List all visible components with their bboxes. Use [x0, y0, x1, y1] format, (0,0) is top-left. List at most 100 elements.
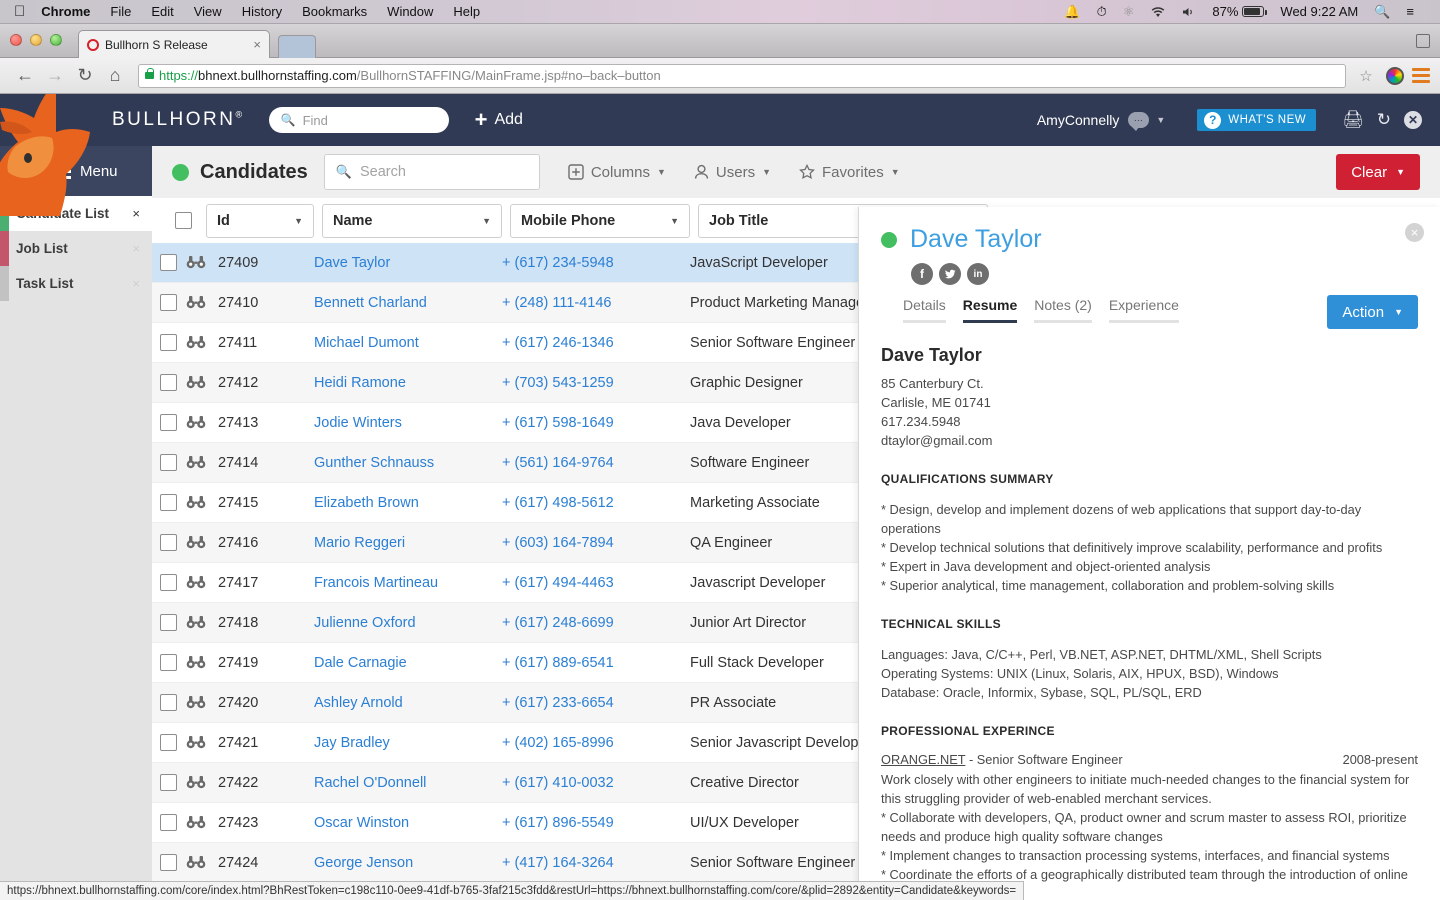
binoculars-icon[interactable] [186, 496, 206, 509]
menu-help[interactable]: Help [453, 4, 480, 19]
cell-phone[interactable]: + (703) 543-1259 [502, 375, 690, 391]
row-select-cell[interactable] [160, 614, 206, 631]
row-select-cell[interactable] [160, 254, 206, 271]
global-find-input[interactable]: 🔍 Find [269, 107, 449, 133]
cell-name[interactable]: Oscar Winston [314, 815, 502, 831]
user-menu-label[interactable]: AmyConnelly [1037, 112, 1119, 128]
binoculars-icon[interactable] [186, 256, 206, 269]
search-input[interactable]: 🔍 Search [324, 154, 540, 190]
cell-phone[interactable]: + (617) 498-5612 [502, 495, 690, 511]
row-select-cell[interactable] [160, 814, 206, 831]
row-checkbox[interactable] [160, 454, 177, 471]
chrome-menu-icon[interactable] [1412, 68, 1430, 83]
sidebar-item-close-icon[interactable]: × [132, 241, 140, 256]
twitter-icon[interactable] [939, 263, 961, 285]
row-checkbox[interactable] [160, 734, 177, 751]
row-checkbox[interactable] [160, 614, 177, 631]
address-bar[interactable]: https:// bhnext.bullhornstaffing.com /Bu… [138, 64, 1346, 88]
apple-logo-icon[interactable]:  [14, 4, 25, 19]
row-select-cell[interactable] [160, 694, 206, 711]
battery-status[interactable]: 87% [1212, 4, 1264, 19]
sidebar-item-task-list[interactable]: Task List × [0, 266, 152, 301]
binoculars-icon[interactable] [186, 696, 206, 709]
tab-resume[interactable]: Resume [963, 297, 1017, 323]
reload-icon[interactable]: ↻ [70, 65, 100, 86]
tab-experience[interactable]: Experience [1109, 297, 1179, 323]
cell-phone[interactable]: + (617) 233-6654 [502, 695, 690, 711]
tab-close-icon[interactable]: × [247, 37, 261, 52]
row-checkbox[interactable] [160, 254, 177, 271]
row-select-cell[interactable] [160, 494, 206, 511]
binoculars-icon[interactable] [186, 456, 206, 469]
cell-name[interactable]: George Jenson [314, 855, 502, 871]
select-all-checkbox-cell[interactable] [160, 212, 206, 229]
refresh-icon[interactable]: ↻ [1377, 110, 1391, 130]
cell-name[interactable]: Mario Reggeri [314, 535, 502, 551]
cell-name[interactable]: Ashley Arnold [314, 695, 502, 711]
row-checkbox[interactable] [160, 654, 177, 671]
columns-button[interactable]: Columns ▼ [568, 164, 666, 181]
column-header-id[interactable]: Id ▼ [206, 204, 314, 238]
clock-label[interactable]: Wed 9:22 AM [1280, 4, 1358, 19]
cell-phone[interactable]: + (603) 164-7894 [502, 535, 690, 551]
row-checkbox[interactable] [160, 774, 177, 791]
tab-details[interactable]: Details [903, 297, 946, 323]
favorites-button[interactable]: Favorites ▼ [799, 164, 900, 181]
binoculars-icon[interactable] [186, 376, 206, 389]
cell-name[interactable]: Michael Dumont [314, 335, 502, 351]
binoculars-icon[interactable] [186, 656, 206, 669]
close-window-button[interactable] [10, 34, 22, 46]
row-checkbox[interactable] [160, 574, 177, 591]
binoculars-icon[interactable] [186, 816, 206, 829]
notification-center-icon[interactable]: ≡ [1406, 4, 1414, 19]
forward-arrow-icon[interactable]: → [40, 65, 70, 86]
new-tab-button[interactable] [278, 35, 316, 58]
back-arrow-icon[interactable]: ← [10, 65, 40, 86]
binoculars-icon[interactable] [186, 856, 206, 869]
menu-chrome[interactable]: Chrome [41, 4, 90, 19]
volume-icon[interactable] [1182, 6, 1196, 18]
cell-phone[interactable]: + (617) 598-1649 [502, 415, 690, 431]
row-select-cell[interactable] [160, 574, 206, 591]
row-select-cell[interactable] [160, 534, 206, 551]
cell-name[interactable]: Jay Bradley [314, 735, 502, 751]
menu-bookmarks[interactable]: Bookmarks [302, 4, 367, 19]
close-icon[interactable]: ✕ [1404, 111, 1422, 129]
detail-close-icon[interactable]: × [1405, 223, 1424, 242]
binoculars-icon[interactable] [186, 576, 206, 589]
linkedin-icon[interactable]: in [967, 263, 989, 285]
binoculars-icon[interactable] [186, 416, 206, 429]
row-checkbox[interactable] [160, 374, 177, 391]
cell-name[interactable]: Dale Carnagie [314, 655, 502, 671]
cell-name[interactable]: Dave Taylor [314, 255, 502, 271]
row-checkbox[interactable] [160, 814, 177, 831]
home-icon[interactable]: ⌂ [100, 65, 130, 86]
row-checkbox[interactable] [160, 494, 177, 511]
binoculars-icon[interactable] [186, 336, 206, 349]
row-select-cell[interactable] [160, 374, 206, 391]
row-select-cell[interactable] [160, 414, 206, 431]
row-select-cell[interactable] [160, 454, 206, 471]
row-checkbox[interactable] [160, 534, 177, 551]
row-select-cell[interactable] [160, 854, 206, 871]
column-header-mobile-phone[interactable]: Mobile Phone ▼ [510, 204, 690, 238]
binoculars-icon[interactable] [186, 296, 206, 309]
binoculars-icon[interactable] [186, 536, 206, 549]
row-select-cell[interactable] [160, 734, 206, 751]
cell-phone[interactable]: + (617) 494-4463 [502, 575, 690, 591]
detail-candidate-name[interactable]: Dave Taylor [910, 225, 1042, 254]
menu-file[interactable]: File [110, 4, 131, 19]
cell-phone[interactable]: + (617) 889-6541 [502, 655, 690, 671]
cell-phone[interactable]: + (248) 111-4146 [502, 295, 690, 311]
cell-name[interactable]: Rachel O'Donnell [314, 775, 502, 791]
column-header-name[interactable]: Name ▼ [322, 204, 502, 238]
cell-phone[interactable]: + (617) 410-0032 [502, 775, 690, 791]
menu-view[interactable]: View [194, 4, 222, 19]
cell-name[interactable]: Jodie Winters [314, 415, 502, 431]
bluetooth-icon[interactable]: ⚛ [1123, 4, 1135, 20]
row-select-cell[interactable] [160, 334, 206, 351]
sidebar-item-close-icon[interactable]: × [132, 276, 140, 291]
wifi-icon[interactable] [1150, 6, 1166, 18]
binoculars-icon[interactable] [186, 616, 206, 629]
cell-phone[interactable]: + (617) 246-1346 [502, 335, 690, 351]
